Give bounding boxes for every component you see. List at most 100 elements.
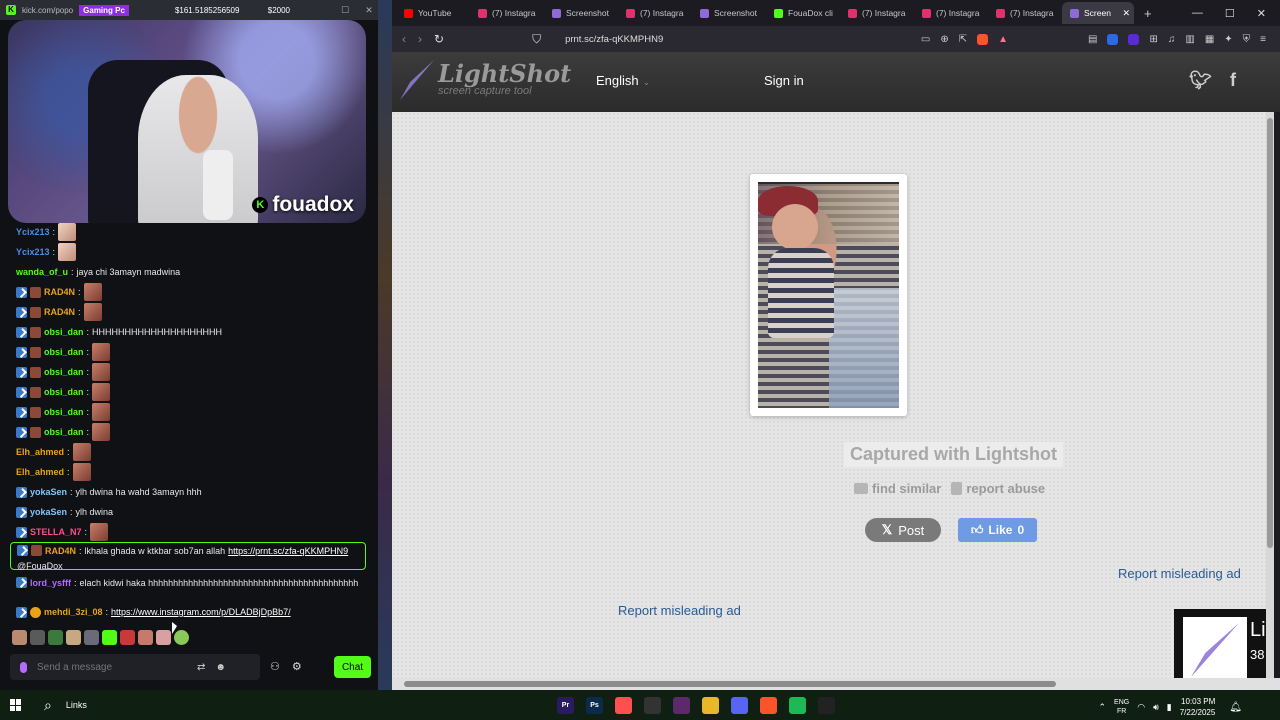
chat-send-button[interactable]: Chat — [334, 656, 371, 678]
screen-icon[interactable]: ▭ — [921, 34, 930, 45]
maximize-icon[interactable]: ☐ — [1225, 7, 1235, 20]
emote-icon[interactable] — [84, 630, 99, 645]
chat-emote-icon[interactable] — [92, 403, 111, 421]
share-icon[interactable]: ⇱ — [959, 34, 967, 45]
menu-icon[interactable]: ≡ — [1260, 34, 1266, 45]
chat-username[interactable]: mehdi_3zi_08 — [44, 607, 103, 617]
reading-list-icon[interactable]: ▦ — [1205, 34, 1214, 45]
leo-icon[interactable]: ✦ — [1224, 34, 1232, 45]
stream-video[interactable]: K fouadox — [8, 20, 366, 223]
new-tab-icon[interactable]: + — [1144, 6, 1152, 21]
browser-tab[interactable]: Screenshot — [544, 2, 616, 24]
sidebar-icon[interactable]: ▥ — [1185, 34, 1194, 45]
url-text[interactable]: prnt.sc/zfa-qKKMPHN9 — [565, 34, 663, 45]
rewards-icon[interactable]: ▲ — [998, 34, 1008, 45]
taskbar-app-icon[interactable] — [702, 697, 719, 714]
chat-emote-icon[interactable] — [58, 243, 77, 261]
input-language[interactable]: ENG FR — [1114, 698, 1129, 716]
chat-emote-icon[interactable] — [72, 443, 91, 461]
chat-username[interactable]: obsi_dan — [44, 367, 84, 377]
chat-username[interactable]: RAD4N — [44, 287, 75, 297]
chat-emote-icon[interactable] — [83, 303, 102, 321]
close-tab-icon[interactable]: ✕ — [1122, 8, 1130, 19]
scrollbar-thumb[interactable] — [404, 681, 1056, 687]
lightshot-ad[interactable]: Li 38 — [1174, 609, 1266, 678]
chat-username[interactable]: Ycix213 — [16, 247, 50, 257]
x-post-button[interactable]: 𝕏 Post — [865, 518, 941, 542]
chat-emote-icon[interactable] — [92, 423, 111, 441]
close-icon[interactable]: ✕ — [360, 5, 378, 16]
back-icon[interactable]: ‹ — [402, 32, 406, 46]
screenshot-image[interactable] — [758, 182, 899, 408]
chat-username[interactable]: obsi_dan — [44, 407, 84, 417]
chat-username[interactable]: obsi_dan — [44, 347, 84, 357]
emote-icon[interactable] — [156, 630, 171, 645]
chat-username[interactable]: STELLA_N7 — [30, 527, 82, 537]
chat-username[interactable]: RAD4N — [44, 307, 75, 317]
chat-username[interactable]: Ycix213 — [16, 227, 50, 237]
chat-username[interactable]: Elh_ahmed — [16, 467, 64, 477]
taskbar-app-icon[interactable] — [789, 697, 806, 714]
browser-tab[interactable]: Screen ✕ — [1062, 2, 1134, 24]
horizontal-scrollbar[interactable] — [392, 678, 1280, 690]
chat-emote-icon[interactable] — [92, 383, 111, 401]
browser-tab[interactable]: (7) Instagra — [988, 2, 1060, 24]
links-toolbar[interactable]: Links — [66, 700, 87, 710]
search-icon[interactable]: ⌕ — [44, 697, 52, 714]
brave-shield-icon[interactable] — [977, 33, 989, 45]
taskbar-app-icon[interactable] — [818, 697, 835, 714]
close-window-icon[interactable]: ✕ — [1257, 7, 1266, 20]
battery-icon[interactable]: ▮ — [1167, 702, 1172, 713]
chat-emote-icon[interactable] — [92, 363, 111, 381]
notification-icon[interactable]: 🔔︎ — [1229, 702, 1242, 713]
chat-username[interactable]: wanda_of_u — [16, 267, 68, 277]
settings-gear-icon[interactable]: ⚙ — [292, 660, 302, 673]
message-input[interactable] — [37, 661, 187, 673]
chat-mention[interactable]: @FouaDox — [17, 560, 63, 572]
emote-icon[interactable] — [66, 630, 81, 645]
taskbar-app-icon[interactable] — [760, 697, 777, 714]
chat-emote-icon[interactable] — [92, 343, 111, 361]
translate-icon[interactable]: ⇄ — [197, 662, 205, 673]
report-ad-link[interactable]: Report misleading ad — [618, 603, 741, 618]
restore-icon[interactable]: ☐ — [336, 5, 354, 16]
facebook-icon[interactable]: f — [1230, 70, 1236, 91]
emote-icon[interactable] — [30, 630, 45, 645]
extension-icon[interactable] — [1128, 33, 1140, 45]
emote-icon[interactable] — [102, 630, 117, 645]
language-selector[interactable]: English ⌄ — [596, 73, 650, 88]
chat-link[interactable]: https://www.instagram.com/p/DLADBjDpBb7/ — [111, 607, 291, 617]
chat-link[interactable]: https://prnt.sc/zfa-qKKMPHN9 — [228, 545, 348, 557]
browser-tab[interactable]: (7) Instagra — [840, 2, 912, 24]
chat-emote-icon[interactable] — [90, 523, 109, 541]
browser-tab[interactable]: YouTube — [396, 2, 468, 24]
chat-emote-icon[interactable] — [72, 463, 91, 481]
chat-username[interactable]: lord_ysfff — [30, 577, 71, 589]
twitter-icon[interactable]: 🐦︎ — [1189, 70, 1212, 91]
points-icon[interactable]: ⚇ — [270, 660, 280, 673]
taskbar-app-icon[interactable] — [731, 697, 748, 714]
chat-username[interactable]: Elh_ahmed — [16, 447, 64, 457]
chat-emote-icon[interactable] — [83, 283, 102, 301]
windows-start-icon[interactable] — [10, 699, 22, 711]
vpn-icon[interactable]: ⛨ — [1243, 34, 1251, 45]
report-abuse-link[interactable]: report abuse — [951, 481, 1045, 496]
taskbar-app-icon[interactable] — [644, 697, 661, 714]
chat-username[interactable]: RAD4N — [45, 545, 76, 557]
reload-icon[interactable]: ↻ — [434, 32, 444, 46]
bookmark-icon[interactable]: ⛉ — [532, 32, 541, 47]
extension-icon[interactable]: ⊞ — [1149, 34, 1157, 45]
taskbar-app-icon[interactable] — [615, 697, 632, 714]
emote-icon[interactable] — [120, 630, 135, 645]
taskbar-app-icon[interactable]: Ps — [586, 697, 603, 714]
chat-username[interactable]: obsi_dan — [44, 427, 84, 437]
chat-username[interactable]: obsi_dan — [44, 387, 84, 397]
taskbar-app-icon[interactable]: Pr — [557, 697, 574, 714]
browser-tab[interactable]: Screenshot — [692, 2, 764, 24]
browser-tab[interactable]: (7) Instagra — [618, 2, 690, 24]
browser-tab[interactable]: (7) Instagra — [470, 2, 542, 24]
chevron-up-icon[interactable]: ⌃ — [1099, 702, 1107, 713]
find-similar-link[interactable]: find similar — [854, 481, 941, 496]
minimize-icon[interactable]: — — [1192, 7, 1203, 20]
network-icon[interactable]: ◠ — [1137, 702, 1145, 713]
